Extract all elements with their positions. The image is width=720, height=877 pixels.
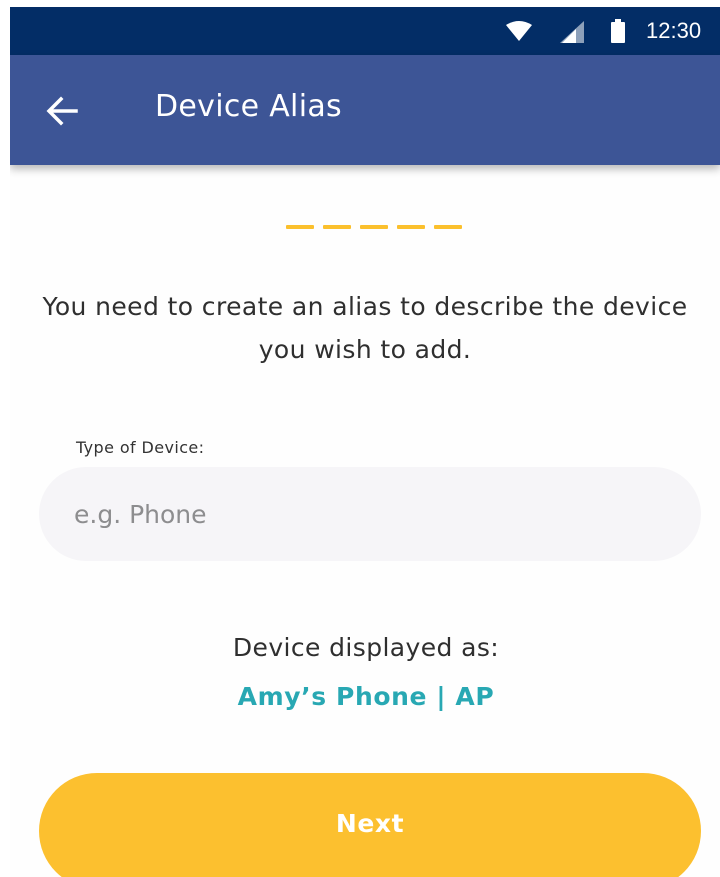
step-dash (434, 225, 462, 229)
battery-icon (611, 19, 625, 43)
device-type-label: Type of Device: (76, 438, 205, 457)
step-indicator (286, 225, 466, 231)
status-bar: 12:30 (10, 7, 720, 55)
step-dash (397, 225, 425, 229)
device-alias-screen: 12:30 Device Alias You need to create an… (10, 7, 720, 877)
screen-margin (0, 0, 10, 877)
step-dash (286, 225, 314, 229)
app-bar: Device Alias (10, 55, 720, 165)
wifi-icon (506, 21, 532, 41)
arrow-left-icon[interactable] (46, 95, 78, 127)
next-button[interactable]: Next (39, 773, 701, 877)
step-dash (323, 225, 351, 229)
display-preview-label: Device displayed as: (232, 633, 500, 662)
page-title: Device Alias (155, 89, 342, 124)
device-type-input[interactable] (39, 467, 701, 561)
display-preview-value: Amy’s Phone | AP (237, 682, 495, 711)
status-time: 12:30 (646, 18, 702, 43)
signal-icon (560, 21, 584, 43)
step-dash (360, 225, 388, 229)
instruction-text: You need to create an alias to describe … (42, 292, 688, 364)
